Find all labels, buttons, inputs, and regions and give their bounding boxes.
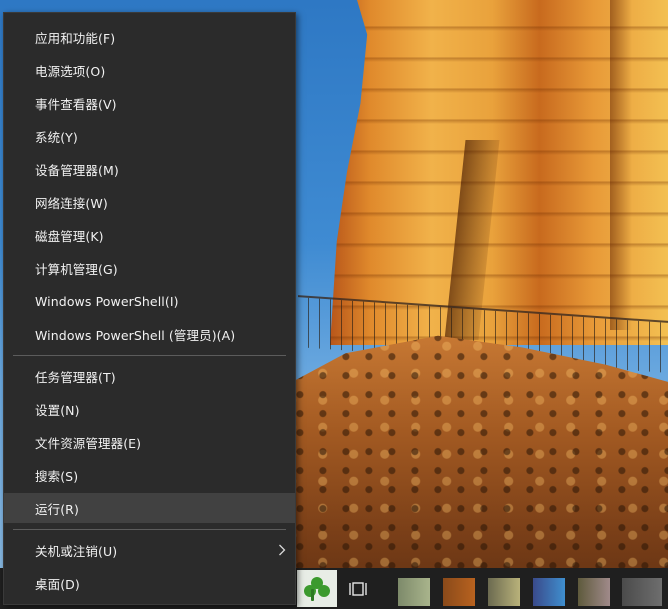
menu-item-powershell[interactable]: Windows PowerShell(I)	[4, 286, 295, 316]
menu-item-label: 关机或注销(U)	[35, 543, 118, 559]
menu-item-powershell-admin[interactable]: Windows PowerShell (管理员)(A)	[4, 319, 295, 349]
menu-separator	[13, 529, 286, 530]
menu-item-label: Windows PowerShell(I)	[35, 293, 179, 309]
menu-item-label: 搜索(S)	[35, 468, 79, 484]
menu-item-event-viewer[interactable]: 事件查看器(V)	[4, 88, 295, 118]
menu-item-power-options[interactable]: 电源选项(O)	[4, 55, 295, 85]
menu-separator	[13, 355, 286, 356]
menu-item-label: 桌面(D)	[35, 576, 80, 592]
menu-item-label: 运行(R)	[35, 501, 79, 517]
taskbar-app-button[interactable]	[533, 578, 565, 606]
task-view-button[interactable]	[346, 578, 370, 600]
winx-context-menu: 应用和功能(F) 电源选项(O) 事件查看器(V) 系统(Y) 设备管理器(M)…	[3, 12, 296, 605]
menu-item-computer-management[interactable]: 计算机管理(G)	[4, 253, 295, 283]
menu-item-label: 计算机管理(G)	[35, 261, 118, 277]
menu-item-device-manager[interactable]: 设备管理器(M)	[4, 154, 295, 184]
menu-item-label: 文件资源管理器(E)	[35, 435, 142, 451]
taskbar-app-button[interactable]	[578, 578, 610, 606]
menu-item-label: 事件查看器(V)	[35, 96, 117, 112]
menu-item-label: Windows PowerShell (管理员)(A)	[35, 327, 236, 343]
taskbar-app-button[interactable]	[443, 578, 475, 606]
taskbar-pinned-app[interactable]	[297, 570, 337, 607]
taskbar-app-button[interactable]	[622, 578, 662, 606]
menu-item-apps-and-features[interactable]: 应用和功能(F)	[4, 22, 295, 52]
menu-item-label: 系统(Y)	[35, 129, 78, 145]
taskbar-app-button[interactable]	[398, 578, 430, 606]
menu-item-shutdown-or-sign-out[interactable]: 关机或注销(U)	[4, 535, 295, 565]
wallpaper-cliff-shadow	[610, 0, 632, 330]
menu-item-network-connections[interactable]: 网络连接(W)	[4, 187, 295, 217]
taskbar-app-button[interactable]	[488, 578, 520, 606]
menu-item-label: 任务管理器(T)	[35, 369, 116, 385]
menu-item-run[interactable]: 运行(R)	[4, 493, 295, 523]
menu-item-label: 电源选项(O)	[35, 63, 106, 79]
menu-item-task-manager[interactable]: 任务管理器(T)	[4, 361, 295, 391]
menu-item-desktop[interactable]: 桌面(D)	[4, 568, 295, 598]
clover-app-icon	[304, 576, 330, 601]
menu-item-search[interactable]: 搜索(S)	[4, 460, 295, 490]
menu-item-file-explorer[interactable]: 文件资源管理器(E)	[4, 427, 295, 457]
chevron-right-icon	[277, 543, 287, 557]
menu-item-label: 磁盘管理(K)	[35, 228, 104, 244]
menu-item-system[interactable]: 系统(Y)	[4, 121, 295, 151]
task-view-icon	[349, 582, 367, 596]
menu-item-label: 网络连接(W)	[35, 195, 108, 211]
menu-item-label: 应用和功能(F)	[35, 30, 116, 46]
menu-item-label: 设备管理器(M)	[35, 162, 119, 178]
menu-item-label: 设置(N)	[35, 402, 80, 418]
menu-item-disk-management[interactable]: 磁盘管理(K)	[4, 220, 295, 250]
menu-item-settings[interactable]: 设置(N)	[4, 394, 295, 424]
